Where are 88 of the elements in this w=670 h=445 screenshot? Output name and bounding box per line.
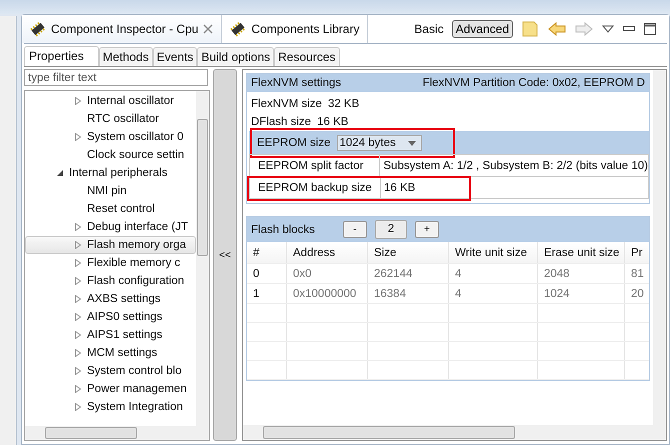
table-cell: 16384 <box>368 284 449 303</box>
tree-item[interactable]: RTC oscillator <box>25 110 196 128</box>
tree-item[interactable]: NMI pin <box>25 182 196 200</box>
collapsed-triangle-icon[interactable] <box>74 331 82 339</box>
collapsed-triangle-icon[interactable] <box>74 277 82 285</box>
note-icon[interactable] <box>521 20 539 38</box>
property-label: FlexNVM size <box>250 98 323 110</box>
close-icon[interactable] <box>203 24 214 34</box>
collapsed-triangle-icon[interactable] <box>74 385 82 393</box>
count-field: 2 <box>374 220 407 239</box>
table-cell: 4 <box>449 264 538 283</box>
collapsed-triangle-icon[interactable] <box>74 223 82 231</box>
editor-tab[interactable]: Component Inspector - Cpu <box>22 15 222 43</box>
column-header: Address <box>287 242 368 263</box>
properties-tab[interactable]: Methods <box>98 47 153 66</box>
tree-item[interactable]: Internal oscillator <box>25 92 196 110</box>
table-cell: 262144 <box>368 264 449 283</box>
table-cell: 1 <box>247 284 287 303</box>
horizontal-scrollbar[interactable] <box>243 425 666 440</box>
column-header: Size <box>368 242 449 263</box>
back-arrow-icon[interactable] <box>548 22 566 36</box>
collapsed-triangle-icon[interactable] <box>74 133 82 141</box>
table-cell: 2048 <box>538 264 625 283</box>
decrement-button[interactable]: - <box>342 221 367 238</box>
expanded-triangle-icon[interactable] <box>56 169 64 177</box>
mode-label: Basic <box>414 22 444 36</box>
minimize-icon[interactable] <box>623 26 635 32</box>
tree-item[interactable]: AIPS0 settings <box>25 308 196 326</box>
property-label: EEPROM split factor <box>257 160 364 172</box>
tree-item[interactable]: Flash configuration <box>25 272 196 290</box>
collapsed-triangle-icon[interactable] <box>74 259 82 267</box>
tree-item[interactable]: Reset control <box>25 200 196 218</box>
column-header: Write unit size <box>449 242 538 263</box>
filter-field[interactable]: type filter text <box>24 69 208 86</box>
section-title: FlexNVM settings <box>251 77 342 89</box>
property-field[interactable]: Subsystem A: 1/2 , Subsystem B: 2/2 (bits value 10) <box>379 155 648 176</box>
view-menu-icon[interactable] <box>602 25 614 33</box>
tree-item[interactable]: AIPS1 settings <box>25 326 196 344</box>
column-header: # <box>247 242 287 263</box>
size-dropdown[interactable]: 1024 bytes <box>336 135 422 151</box>
tree-item[interactable]: Power managemen <box>25 380 196 398</box>
horizontal-scrollbar[interactable] <box>25 426 209 440</box>
property-field[interactable]: 16 KB <box>380 177 648 198</box>
collapse-button[interactable]: << <box>213 69 237 441</box>
properties-tab[interactable]: Events <box>152 47 198 66</box>
table-cell-text: 20 <box>630 286 645 302</box>
mode-button[interactable]: Advanced <box>452 20 513 38</box>
table-cell: 0x0 <box>287 264 368 283</box>
table-cell: 1024 <box>538 284 625 303</box>
tree-item[interactable]: Internal peripherals <box>25 164 196 182</box>
section-summary: FlexNVM Partition Code: 0x02, EEPROM D <box>422 77 645 89</box>
tree-item[interactable]: Debug interface (JT <box>25 218 196 236</box>
collapsed-triangle-icon[interactable] <box>74 403 82 411</box>
collapsed-triangle-icon[interactable] <box>74 349 82 357</box>
property-value: 32 KB <box>328 98 360 110</box>
tree-item[interactable]: AXBS settings <box>25 290 196 308</box>
property-value: 16 KB <box>317 116 348 128</box>
properties-tab[interactable]: Resources <box>274 47 340 66</box>
collapsed-triangle-icon[interactable] <box>74 367 82 375</box>
maximize-icon[interactable] <box>644 23 656 35</box>
property-label: EEPROM backup size <box>257 182 373 194</box>
tree-item[interactable]: System oscillator 0 <box>25 128 196 146</box>
table-cell-text: 81 <box>630 266 645 282</box>
property-label: EEPROM size <box>256 137 332 149</box>
properties-tab[interactable]: Properties <box>24 46 99 66</box>
property-label: DFlash size <box>250 116 312 128</box>
vertical-scrollbar[interactable] <box>653 70 666 425</box>
tree-item[interactable]: MCM settings <box>25 344 196 362</box>
editor-tab[interactable]: Components Library <box>222 15 368 43</box>
column-header: Erase unit size <box>538 242 625 263</box>
properties-tab[interactable]: Build options <box>197 47 274 66</box>
column-header: Pr <box>630 246 644 260</box>
collapsed-triangle-icon[interactable] <box>74 295 82 303</box>
section-title: Flash blocks <box>251 224 315 236</box>
vertical-scrollbar[interactable] <box>196 91 209 426</box>
tree-item[interactable]: System control blo <box>25 362 196 380</box>
tree-item[interactable]: Flash memory orga <box>25 236 196 254</box>
tree-item[interactable]: Flexible memory c <box>25 254 196 272</box>
table-cell: 4 <box>449 284 538 303</box>
increment-button[interactable]: + <box>414 221 439 238</box>
table-cell: 0x10000000 <box>287 284 368 303</box>
dropdown-arrow-icon[interactable] <box>408 140 416 146</box>
collapsed-triangle-icon[interactable] <box>74 97 82 105</box>
tree-item[interactable]: System Integration <box>25 398 196 416</box>
table-cell: 0 <box>247 264 287 283</box>
tree-item[interactable]: Clock source settin <box>25 146 196 164</box>
collapsed-triangle-icon[interactable] <box>74 313 82 321</box>
collapsed-triangle-icon[interactable] <box>74 241 82 249</box>
